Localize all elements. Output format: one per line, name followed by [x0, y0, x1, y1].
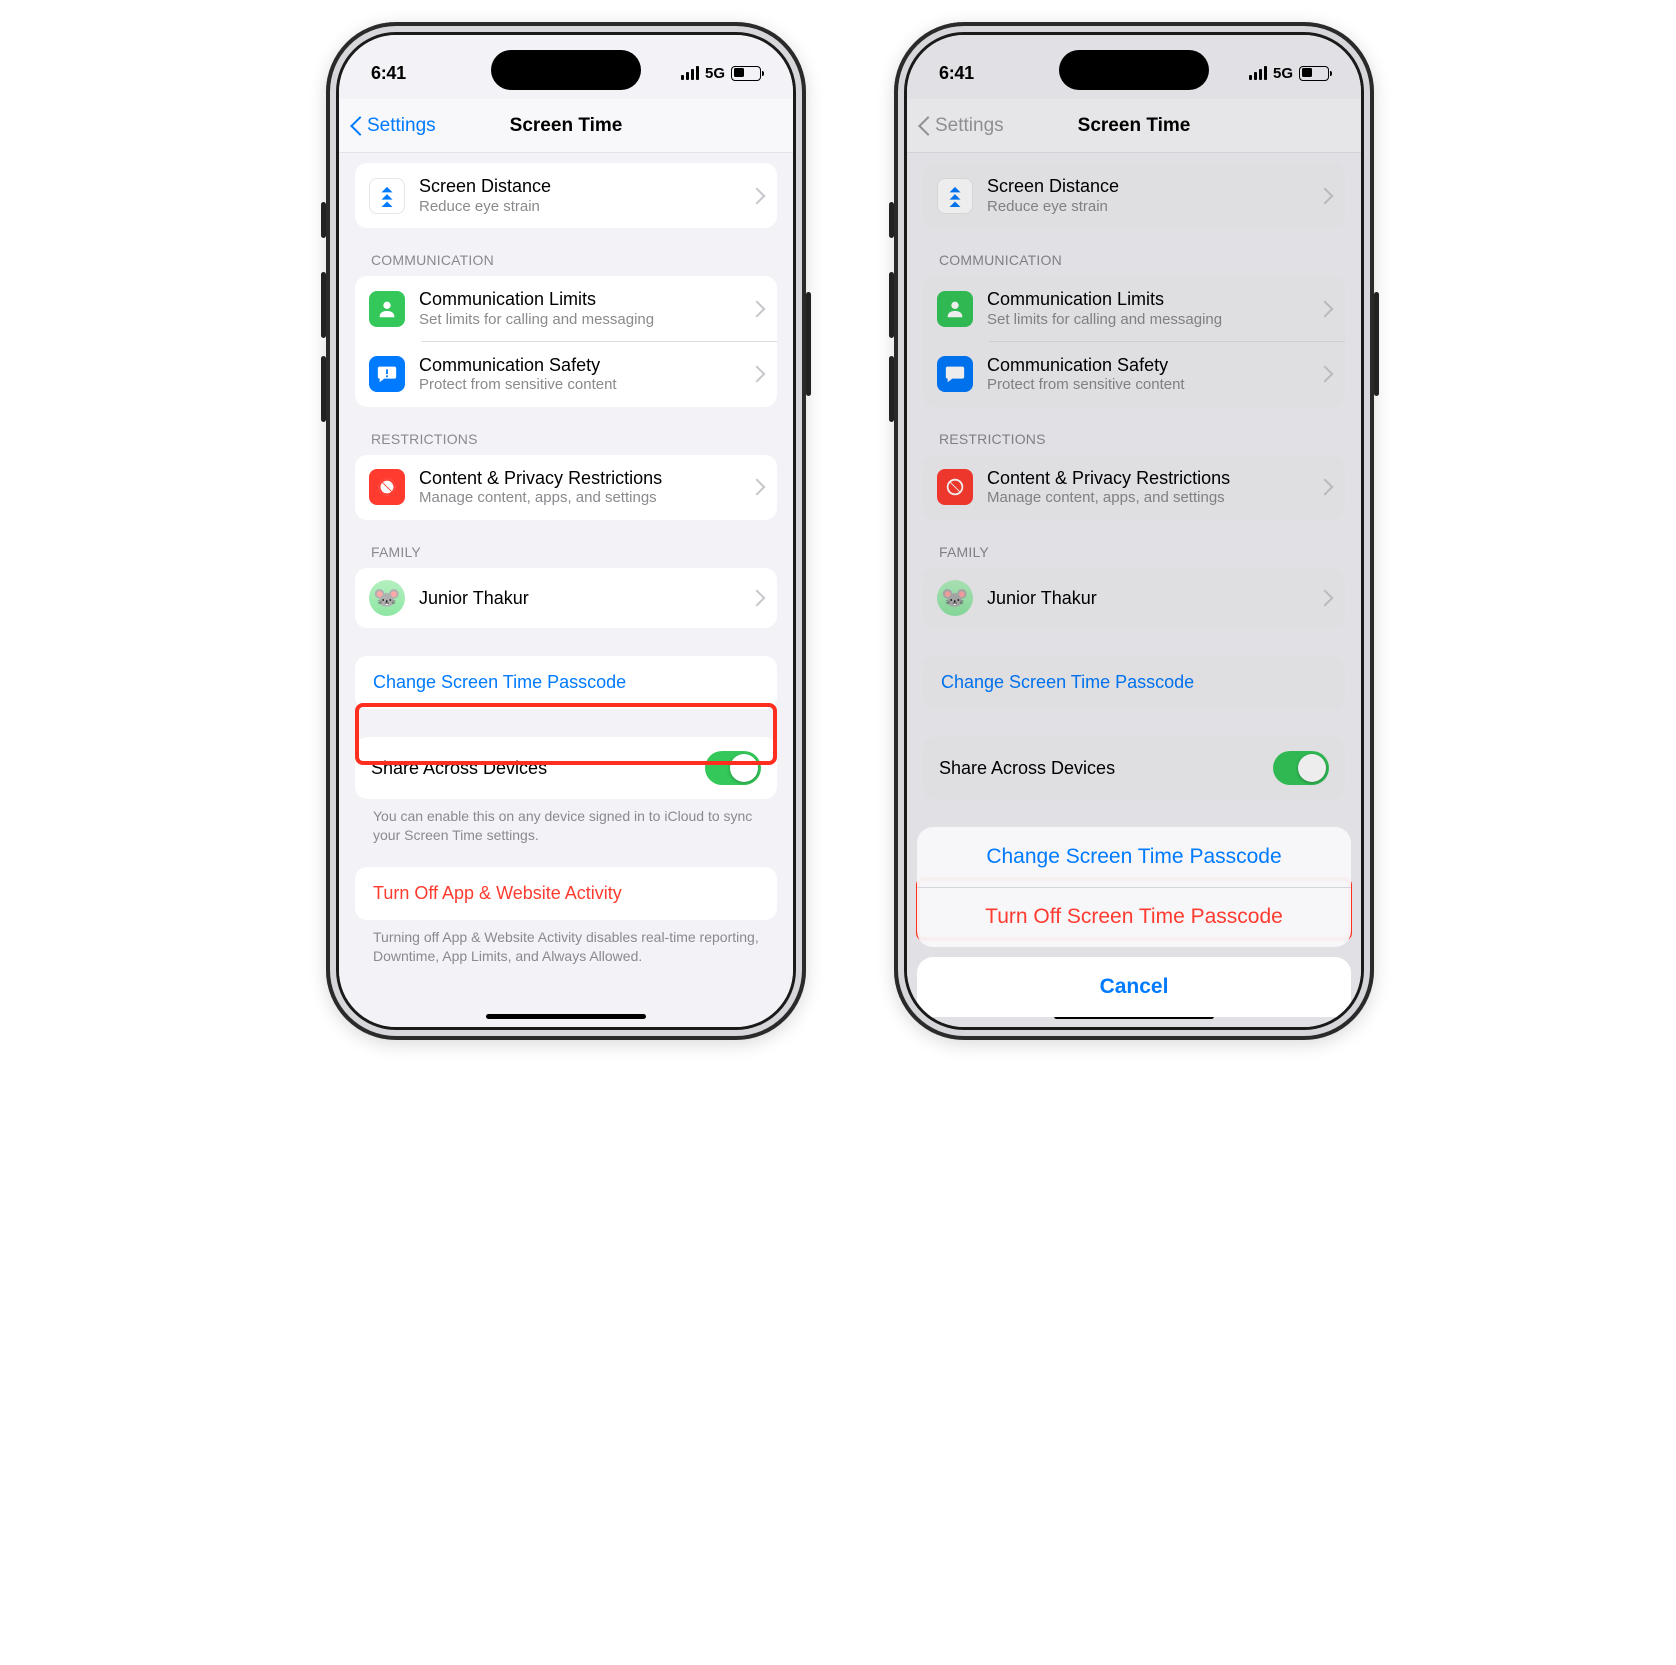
status-time: 6:41: [371, 63, 406, 84]
row-comm-limits[interactable]: Communication Limits Set limits for call…: [355, 276, 777, 341]
row-restrictions[interactable]: Content & Privacy Restrictions Manage co…: [355, 455, 777, 520]
row-share-across: Share Across Devices: [355, 737, 777, 799]
page-title: Screen Time: [510, 115, 623, 137]
share-label: Share Across Devices: [371, 757, 547, 780]
row-sub: Reduce eye strain: [419, 198, 743, 217]
battery-icon: [731, 66, 761, 81]
chevron-right-icon: [751, 368, 763, 380]
chat-warning-icon: [369, 356, 405, 392]
share-toggle[interactable]: [705, 751, 761, 785]
row-comm-safety[interactable]: Communication Safety Protect from sensit…: [355, 342, 777, 407]
row-title: Communication Limits: [419, 288, 743, 311]
phone-right: 6:41 5G Settings Screen Time: [894, 22, 1374, 1040]
row-title: Communication Safety: [419, 354, 743, 377]
dynamic-island: [491, 50, 641, 90]
chevron-right-icon: [751, 190, 763, 202]
row-sub: Set limits for calling and messaging: [419, 311, 743, 330]
row-sub: Protect from sensitive content: [419, 376, 743, 395]
nav-bar: Settings Screen Time: [339, 99, 793, 153]
share-footnote: You can enable this on any device signed…: [355, 799, 777, 845]
screen-distance-icon: [369, 178, 405, 214]
sheet-change-passcode[interactable]: Change Screen Time Passcode: [917, 827, 1351, 887]
home-indicator[interactable]: [486, 1014, 646, 1019]
chevron-right-icon: [751, 592, 763, 604]
memoji-avatar: 🐭: [369, 580, 405, 616]
contact-icon: [369, 291, 405, 327]
row-sub: Manage content, apps, and settings: [419, 489, 743, 508]
header-restrictions: RESTRICTIONS: [355, 407, 777, 455]
network-label: 5G: [705, 65, 725, 82]
phone-left: 6:41 5G Settings Screen Time: [326, 22, 806, 1040]
header-communication: COMMUNICATION: [355, 228, 777, 276]
chevron-right-icon: [751, 303, 763, 315]
row-screen-distance[interactable]: Screen Distance Reduce eye strain: [355, 163, 777, 228]
signal-bars-icon: [681, 66, 699, 80]
action-sheet: Change Screen Time Passcode Turn Off Scr…: [917, 827, 1351, 1017]
chevron-right-icon: [751, 481, 763, 493]
no-entry-icon: [369, 469, 405, 505]
row-title: Content & Privacy Restrictions: [419, 467, 743, 490]
back-label: Settings: [367, 115, 436, 137]
settings-content[interactable]: Screen Distance Reduce eye strain COMMUN…: [339, 153, 793, 1027]
row-title: Junior Thakur: [419, 587, 743, 610]
chevron-left-icon: [353, 116, 365, 136]
sheet-turn-off-passcode[interactable]: Turn Off Screen Time Passcode: [917, 887, 1351, 947]
back-button[interactable]: Settings: [353, 99, 436, 152]
row-title: Screen Distance: [419, 175, 743, 198]
change-passcode-button[interactable]: Change Screen Time Passcode: [355, 656, 777, 709]
turn-off-activity-button[interactable]: Turn Off App & Website Activity: [355, 867, 777, 920]
row-family-member[interactable]: 🐭 Junior Thakur: [355, 568, 777, 628]
sheet-cancel[interactable]: Cancel: [917, 957, 1351, 1017]
header-family: FAMILY: [355, 520, 777, 568]
turn-off-footnote: Turning off App & Website Activity disab…: [355, 920, 777, 966]
